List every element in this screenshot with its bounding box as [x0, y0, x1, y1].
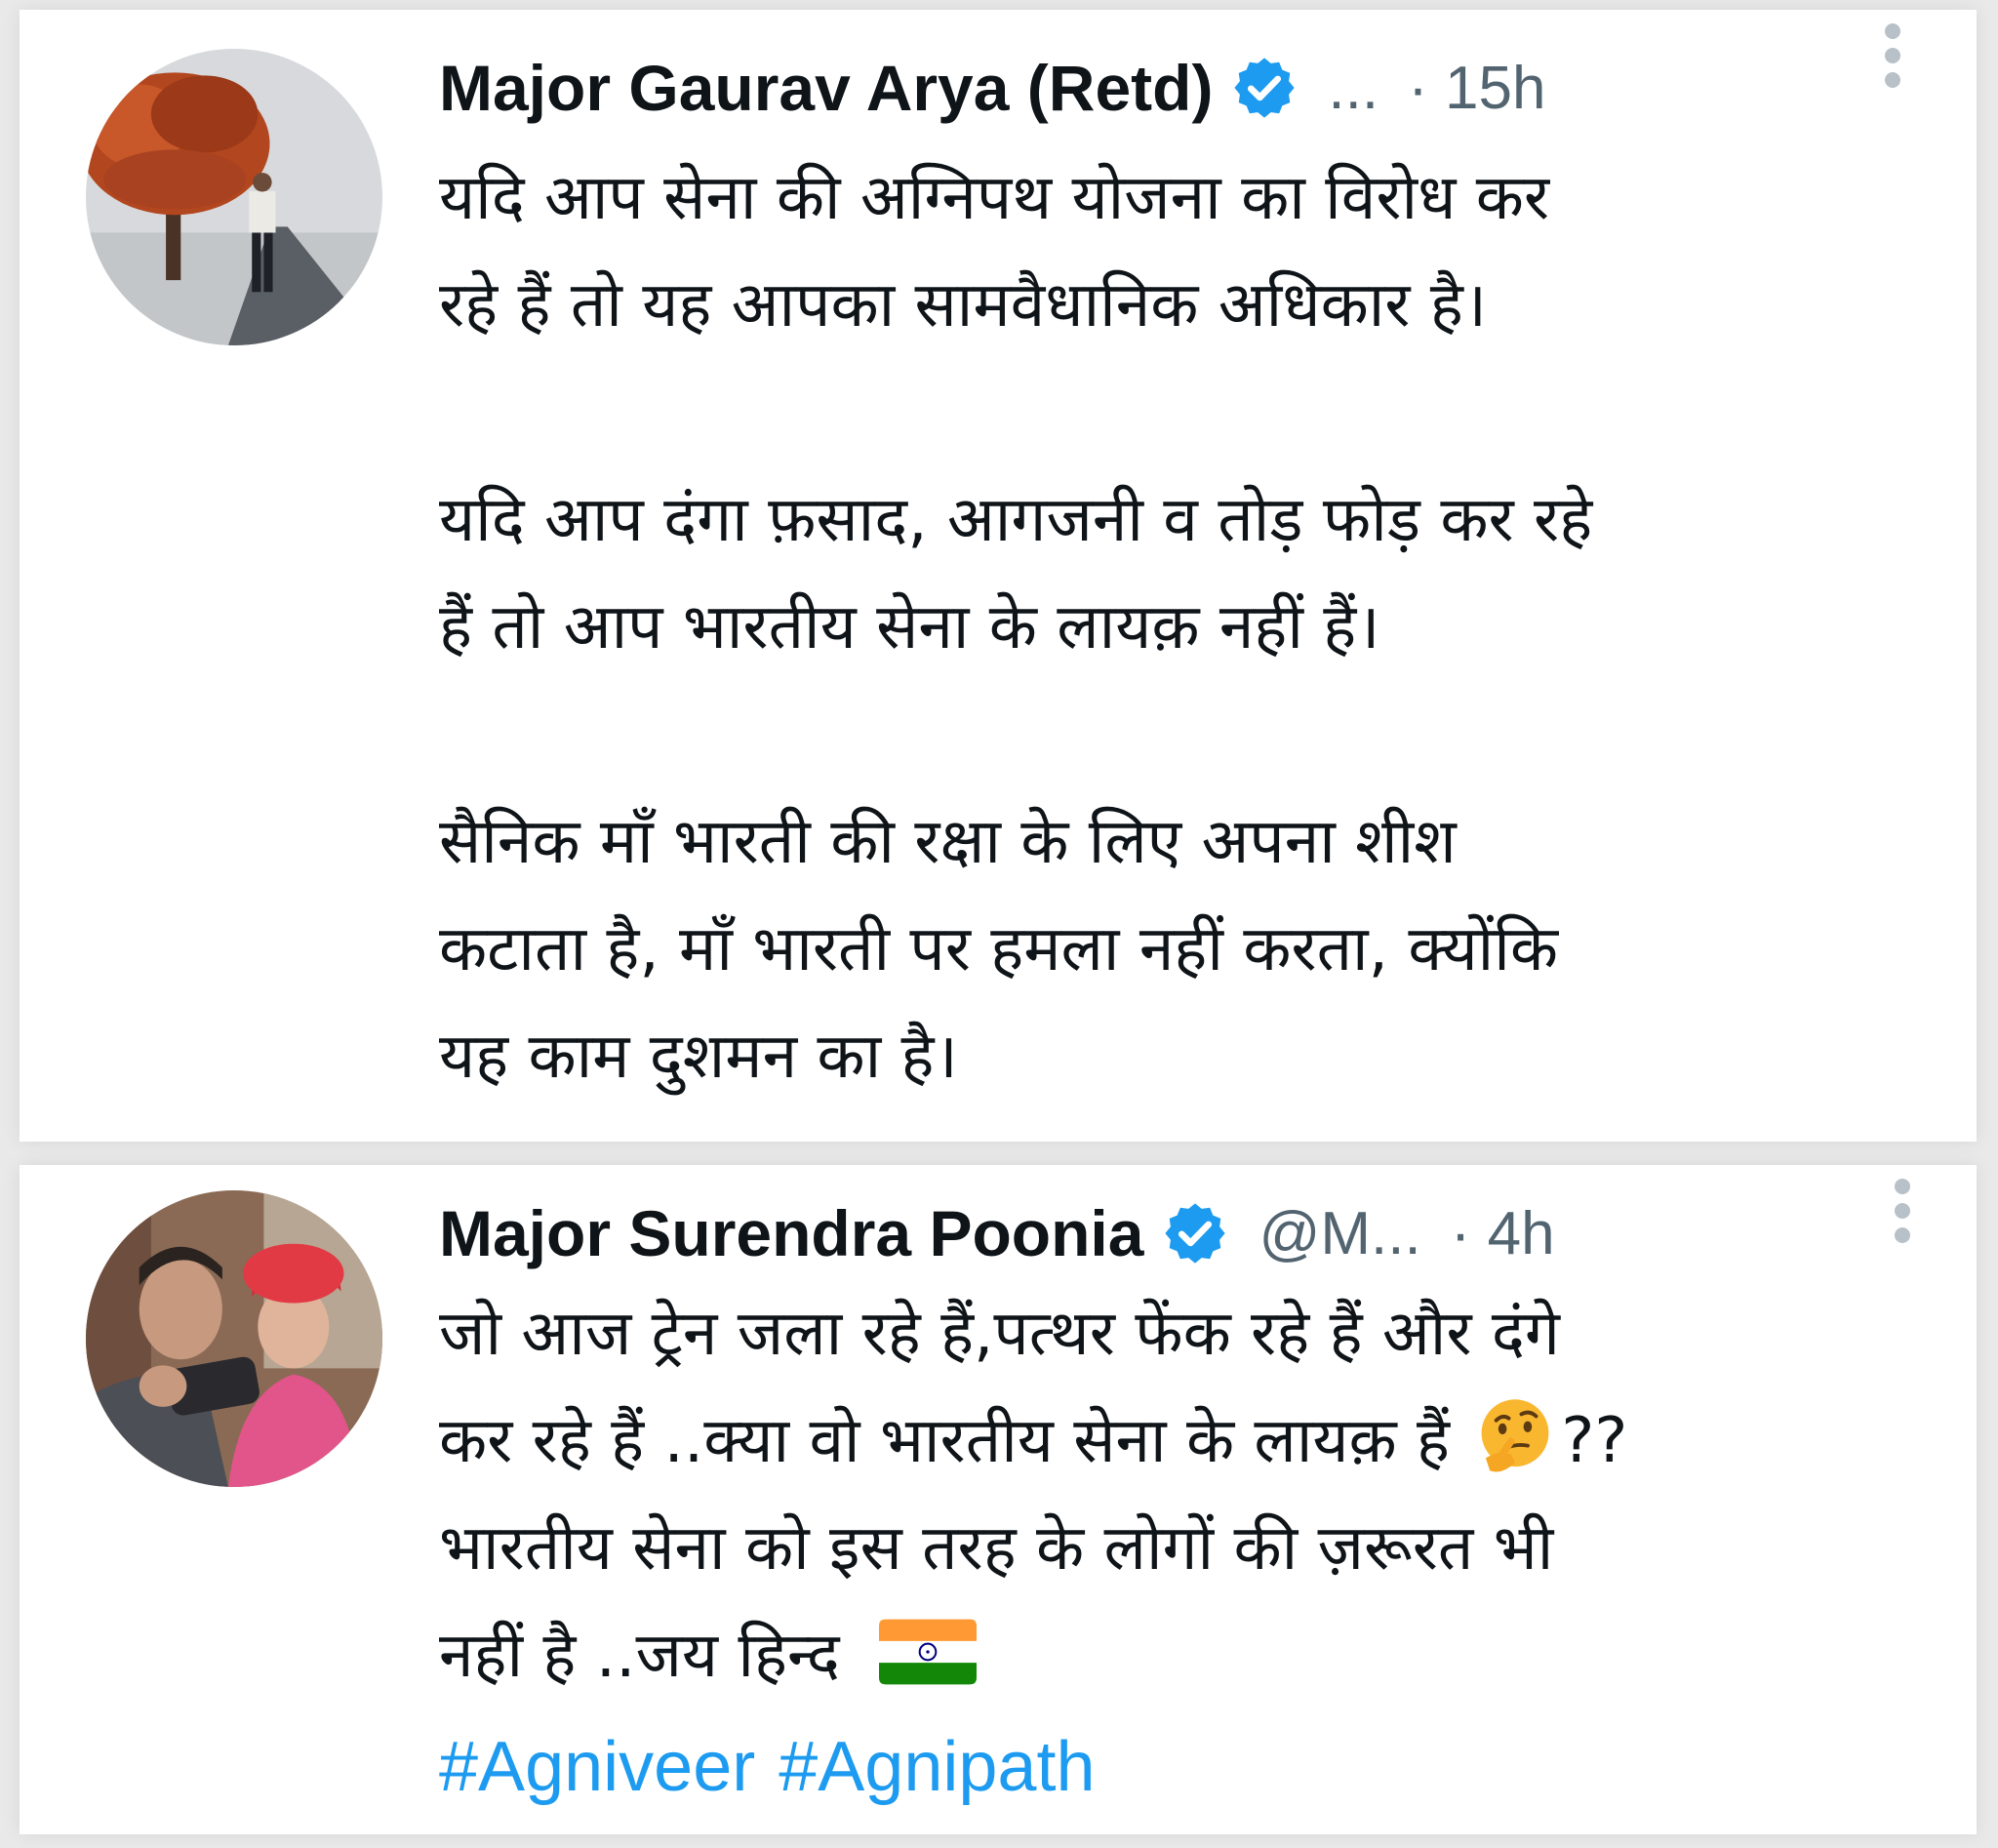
tweet-line: कटाता है, माँ भारती पर हमला नहीं करता, क…	[439, 913, 1558, 985]
thinking-face-icon	[1473, 1395, 1557, 1479]
author-name[interactable]: Major Surendra Poonia	[439, 1196, 1143, 1270]
tweet-line-text: नहीं है ..जय हिन्द	[439, 1620, 840, 1692]
tweet-line-text: कर रहे हैं ..क्या वो भारतीय सेना के लायक…	[439, 1405, 1451, 1477]
tweet-card-gaurav-arya[interactable]: Major Gaurav Arya (Retd) ... · 15h यदि आ…	[20, 10, 1977, 1142]
tweet-line: रहे हैं तो यह आपका सामवैधानिक अधिकार है।	[439, 269, 1488, 341]
tweet-line: सैनिक माँ भारती की रक्षा के लिए अपना शीश	[439, 806, 1457, 878]
hashtag-link[interactable]: #Agnipath	[779, 1728, 1095, 1806]
tweet-text: यदि आप सेना की अग्निपथ योजना का विरोध कर…	[439, 144, 1957, 1110]
author-handle[interactable]: @M...	[1259, 1199, 1420, 1268]
tweet-text: जो आज ट्रेन जला रहे हैं,पत्थर फेंक रहे ह…	[439, 1280, 1957, 1821]
india-flag-icon	[879, 1618, 978, 1686]
hashtag-list: #Agniveer #Agnipath	[439, 1713, 1957, 1821]
tweet-line: यदि आप सेना की अग्निपथ योजना का विरोध कर	[439, 162, 1550, 234]
more-options-icon[interactable]	[1891, 1179, 1914, 1252]
tweet-line: हैं तो आप भारतीय सेना के लायक़ नहीं हैं।	[439, 591, 1380, 663]
avatar-surendra-poonia[interactable]	[86, 1190, 382, 1487]
tweet-line: नहीं है ..जय हिन्द	[439, 1602, 1957, 1709]
verified-badge-icon	[1161, 1199, 1229, 1267]
hashtag-link[interactable]: #Agniveer	[439, 1728, 755, 1806]
tweet-timestamp[interactable]: · 15h	[1408, 54, 1545, 123]
verified-badge-icon	[1230, 54, 1299, 122]
tweet-header: Major Surendra Poonia @M... · 4h	[439, 1185, 1977, 1282]
tweet-line: जो आज ट्रेन जला रहे हैं,पत्थर फेंक रहे ह…	[439, 1298, 1560, 1370]
tweet-line: भारतीय सेना को इस तरह के लोगों की ज़रूरत…	[439, 1512, 1554, 1585]
tweet-line-tail: ??	[1561, 1405, 1628, 1477]
tweet-card-surendra-poonia[interactable]: Major Surendra Poonia @M... · 4h जो आज ट…	[20, 1165, 1977, 1834]
author-handle[interactable]: ...	[1328, 54, 1379, 123]
tweet-line: यह काम दुशमन का है।	[439, 1021, 958, 1093]
tweet-timestamp[interactable]: · 4h	[1451, 1199, 1555, 1268]
avatar-gaurav-arya[interactable]	[86, 49, 382, 345]
more-options-icon[interactable]	[1881, 23, 1904, 97]
tweet-line: यदि आप दंगा फ़साद, आगजनी व तोड़ फोड़ कर …	[439, 484, 1593, 556]
author-name[interactable]: Major Gaurav Arya (Retd)	[439, 51, 1213, 125]
tweet-line: कर रहे हैं ..क्या वो भारतीय सेना के लायक…	[439, 1387, 1957, 1495]
tweet-header: Major Gaurav Arya (Retd) ... · 15h	[439, 39, 1977, 137]
